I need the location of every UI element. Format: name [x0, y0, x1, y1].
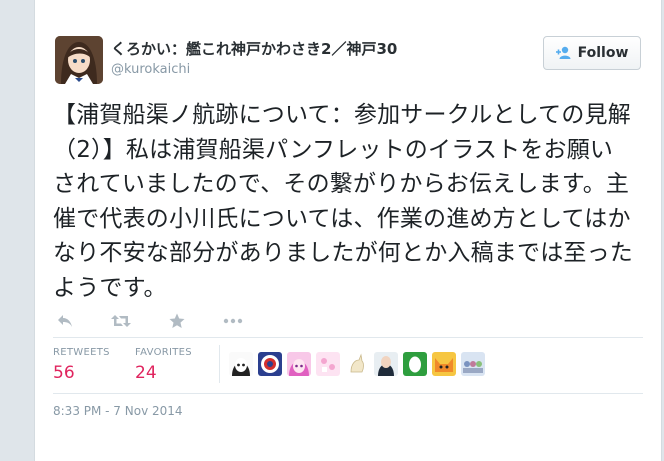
display-name[interactable]: くろかい：艦これ神戸かわさき2／神戸30 [111, 38, 397, 59]
more-icon[interactable] [223, 312, 243, 330]
favoriter-avatars [229, 352, 485, 376]
stat-separator [219, 345, 220, 383]
follow-button[interactable]: Follow [543, 36, 641, 70]
user-handle[interactable]: @kurokaichi [111, 62, 190, 77]
favoriter-avatar[interactable] [258, 352, 282, 376]
retweets-stat[interactable]: RETWEETS 56 [53, 347, 110, 383]
favoriter-avatar[interactable] [229, 352, 253, 376]
favoriter-avatar[interactable] [287, 352, 311, 376]
favorites-label: FAVORITES [135, 347, 192, 358]
retweets-label: RETWEETS [53, 347, 110, 358]
add-user-icon [555, 46, 571, 59]
favoriter-avatar[interactable] [345, 352, 369, 376]
divider [53, 337, 643, 338]
avatar[interactable] [55, 36, 103, 84]
divider [53, 393, 643, 394]
favoriter-avatar[interactable] [461, 352, 485, 376]
retweets-count: 56 [53, 363, 75, 383]
favoriter-avatar[interactable] [316, 352, 340, 376]
reply-icon[interactable] [55, 312, 75, 330]
favorites-count: 24 [135, 363, 157, 383]
favorite-icon[interactable] [167, 312, 187, 330]
follow-button-label: Follow [577, 45, 629, 61]
favoriter-avatar[interactable] [403, 352, 427, 376]
tweet-timestamp[interactable]: 8:33 PM - 7 Nov 2014 [53, 404, 183, 418]
tweet-text: 【浦賀船渠ノ航跡について：参加サークルとしての見解（2）】私は浦賀船渠パンフレッ… [53, 102, 633, 301]
favorites-stat[interactable]: FAVORITES 24 [135, 347, 192, 383]
favoriter-avatar[interactable] [374, 352, 398, 376]
tweet-card: くろかい：艦これ神戸かわさき2／神戸30 @kurokaichi Follow … [34, 0, 662, 461]
avatar-image [55, 36, 103, 84]
tweet-actions [55, 311, 243, 331]
retweet-icon[interactable] [111, 312, 131, 330]
favoriter-avatar[interactable] [432, 352, 456, 376]
